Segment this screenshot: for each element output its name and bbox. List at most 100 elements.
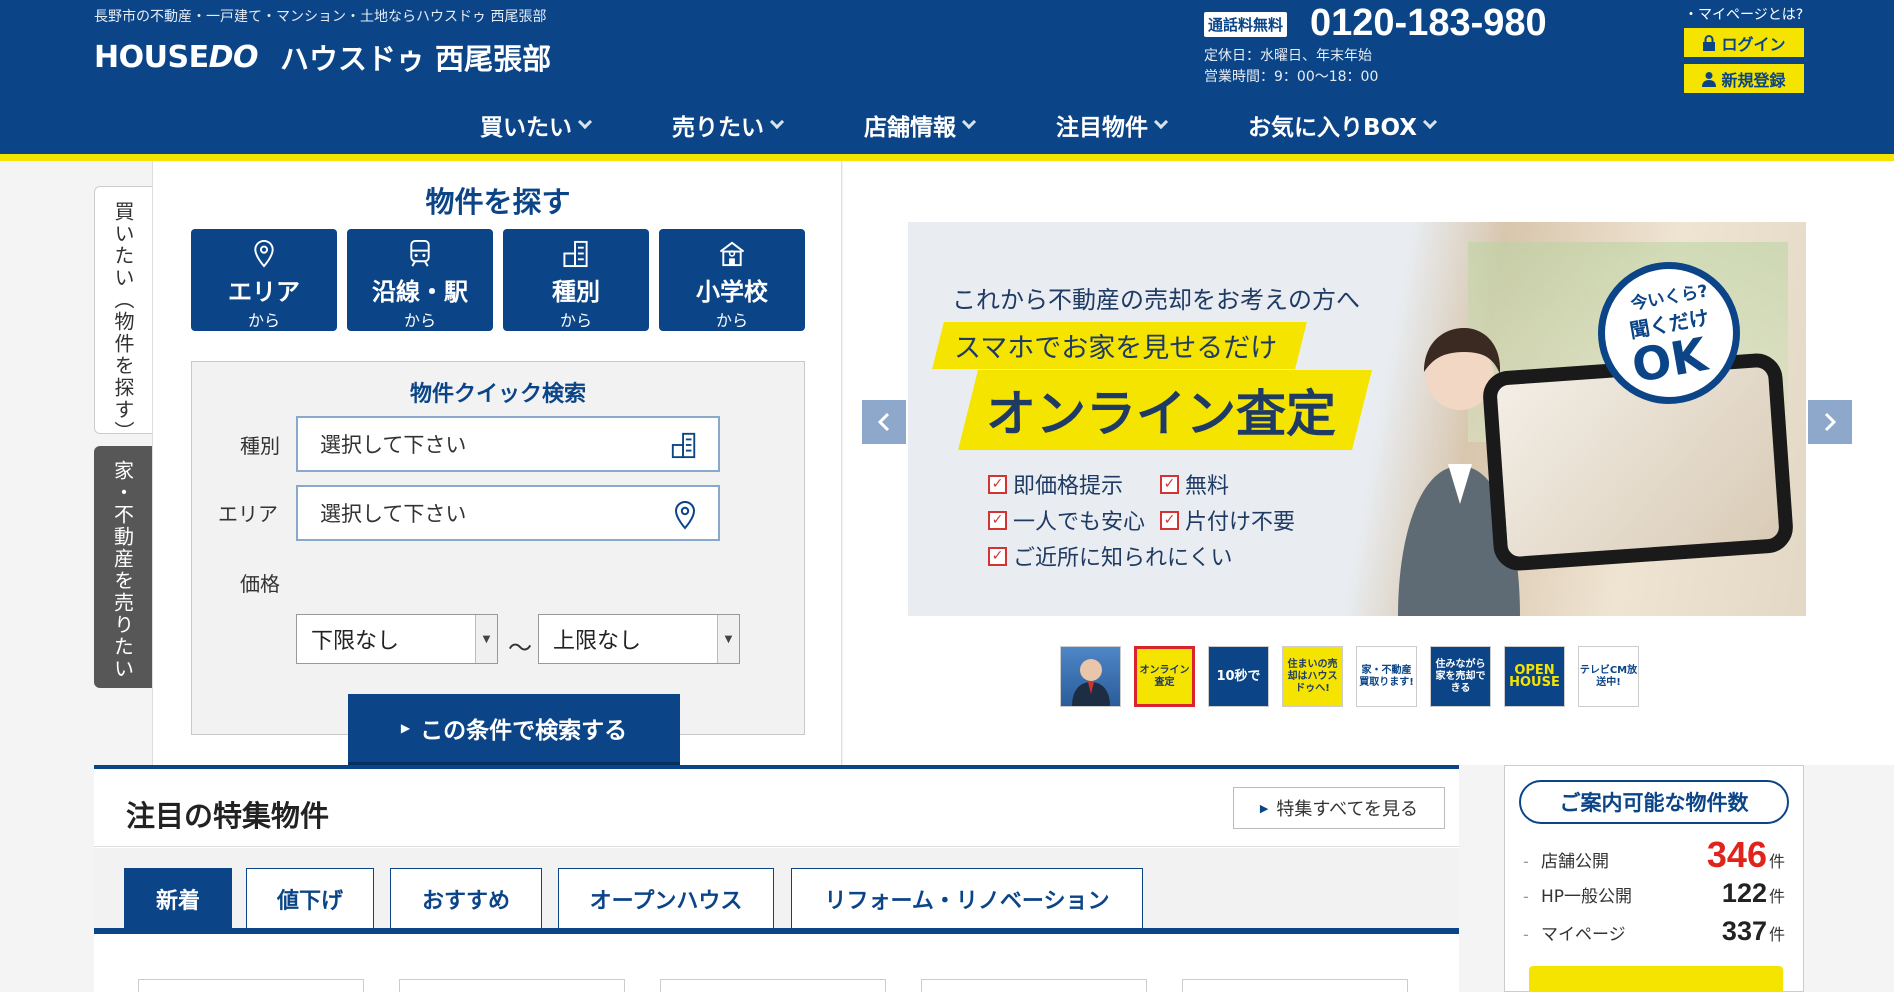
nav-buy[interactable]: 買いたい xyxy=(480,108,593,142)
banner-check-item: ✓ 無料 xyxy=(1160,468,1229,500)
tab-price-down[interactable]: 値下げ xyxy=(246,868,374,928)
nav-label: 売りたい xyxy=(672,115,764,141)
count-row-web: - HP一般公開 122 件 xyxy=(1523,878,1785,912)
header-accent-stripe xyxy=(0,154,1894,161)
property-card[interactable] xyxy=(138,979,364,992)
see-all-features-button[interactable]: ▶ 特集すべてを見る xyxy=(1233,787,1445,829)
map-pin-icon xyxy=(674,500,696,530)
nav-label: 買いたい xyxy=(480,115,572,141)
checkbox-icon: ✓ xyxy=(988,474,1007,494)
category-sub: から xyxy=(247,311,280,330)
tab-recommended[interactable]: おすすめ xyxy=(390,868,542,928)
thumbnail-label: 住まいの売却はハウスドゥへ! xyxy=(1287,658,1338,694)
quick-search-submit-button[interactable]: ▶ この条件で検索する xyxy=(348,694,680,762)
nav-favorites[interactable]: お気に入りBOX xyxy=(1248,108,1438,142)
side-tab-buy-label: 買いたい（物件を探す） xyxy=(111,201,135,443)
banner-headline: オンライン査定 xyxy=(958,370,1372,450)
login-button[interactable]: ログイン xyxy=(1684,28,1804,57)
register-button[interactable]: 新規登録 xyxy=(1684,64,1804,93)
bullet-dash: - xyxy=(1523,925,1529,944)
nav-label: 店舗情報 xyxy=(864,115,956,141)
thumbnail-online-appraisal[interactable]: オンライン査定 xyxy=(1134,646,1195,707)
search-by-area-button[interactable]: エリア から xyxy=(191,229,337,331)
caret-right-icon: ▶ xyxy=(400,721,411,735)
price-max-value: 上限なし xyxy=(553,629,642,654)
phone-number[interactable]: 0120-183-980 xyxy=(1310,2,1547,45)
register-label: 新規登録 xyxy=(1721,70,1786,90)
carousel-next-button[interactable] xyxy=(1808,400,1852,444)
count-row-mypage: - マイページ 337 件 xyxy=(1523,916,1785,950)
price-label: 価格 xyxy=(240,572,280,596)
side-tab-sell[interactable]: 家・不動産を売りたい xyxy=(94,446,152,688)
search-by-line-button[interactable]: 沿線・駅 から xyxy=(347,229,493,331)
property-card[interactable] xyxy=(399,979,625,992)
tab-new[interactable]: 新着 xyxy=(124,868,232,928)
nav-shop-info[interactable]: 店舗情報 xyxy=(864,108,977,142)
lock-icon xyxy=(1703,34,1716,51)
chevron-down-icon xyxy=(961,114,977,130)
thumbnail-10-seconds[interactable]: 10秒で xyxy=(1208,646,1269,707)
property-card[interactable] xyxy=(1182,979,1408,992)
hero-banner[interactable]: これから不動産の売却をお考えの方へ スマホでお家を見せるだけ オンライン査定 ✓… xyxy=(908,222,1806,616)
chevron-down-icon xyxy=(577,114,593,130)
banner-check-label: 片付け不要 xyxy=(1185,510,1296,535)
thumbnail-tv-cm[interactable]: テレビCM放送中! xyxy=(1578,646,1639,707)
checkbox-icon: ✓ xyxy=(988,546,1007,566)
checkbox-icon: ✓ xyxy=(988,510,1007,530)
school-icon xyxy=(719,241,745,267)
thumbnail-label: テレビCM放送中! xyxy=(1579,664,1638,688)
count-unit: 件 xyxy=(1768,852,1785,871)
thumbnail-buyback[interactable]: 家・不動産買取ります! xyxy=(1356,646,1417,707)
thumbnail-presenter[interactable] xyxy=(1060,646,1121,707)
member-signup-banner[interactable] xyxy=(1529,966,1783,992)
count-label: 店舗公開 xyxy=(1541,852,1609,872)
area-select[interactable]: 選択して下さい xyxy=(296,485,720,541)
price-max-select[interactable]: 上限なし ▼ xyxy=(538,614,740,664)
thumbnail-label: 10秒で xyxy=(1216,668,1261,684)
tab-open-house[interactable]: オープンハウス xyxy=(558,868,774,928)
price-min-value: 下限なし xyxy=(311,629,400,654)
chevron-right-icon xyxy=(1824,412,1837,432)
chevron-down-icon xyxy=(1153,114,1169,130)
mypage-about-link[interactable]: ・マイページとは? xyxy=(1684,4,1803,24)
type-label: 種別 xyxy=(240,434,280,458)
thumbnail-sell-house[interactable]: 住まいの売却はハウスドゥへ! xyxy=(1282,646,1343,707)
tab-reform[interactable]: リフォーム・リノベーション xyxy=(791,868,1143,928)
side-tab-buy[interactable]: 買いたい（物件を探す） xyxy=(94,186,152,443)
checkbox-icon: ✓ xyxy=(1160,474,1179,494)
carousel-prev-button[interactable] xyxy=(862,400,906,444)
banner-check-item: ✓ 一人でも安心 xyxy=(988,504,1145,536)
property-card[interactable] xyxy=(660,979,886,992)
banner-check-item: ✓ 片付け不要 xyxy=(1160,504,1295,536)
property-count-box: ご案内可能な物件数 - 店舗公開 346 件 - HP一般公開 122 件 - … xyxy=(1504,765,1804,992)
property-card[interactable] xyxy=(921,979,1147,992)
dropdown-arrow-icon: ▼ xyxy=(717,615,739,663)
price-min-select[interactable]: 下限なし ▼ xyxy=(296,614,498,664)
nav-sell[interactable]: 売りたい xyxy=(672,108,785,142)
price-separator: 〜 xyxy=(508,634,532,662)
bullet-dash: - xyxy=(1523,852,1529,871)
thumbnail-leaseback[interactable]: 住みながら家を売却できる xyxy=(1430,646,1491,707)
category-main: 沿線・駅 xyxy=(372,278,468,306)
type-select[interactable]: 選択して下さい xyxy=(296,416,720,472)
thumbnail-open-house[interactable]: OPEN HOUSE xyxy=(1504,646,1565,707)
logo-wordmark: HOUSEDO xyxy=(94,40,258,75)
nav-label: 注目物件 xyxy=(1056,115,1148,141)
map-pin-icon xyxy=(254,239,274,268)
nav-featured[interactable]: 注目物件 xyxy=(1056,108,1169,142)
banner-lead: これから不動産の売却をお考えの方へ xyxy=(952,286,1360,314)
site-logo[interactable]: HOUSEDO ハウスドゥ 西尾張部 xyxy=(94,36,551,78)
type-select-value: 選択して下さい xyxy=(320,433,467,457)
area-select-value: 選択して下さい xyxy=(320,502,467,526)
search-by-type-button[interactable]: 種別 から xyxy=(503,229,649,331)
banner-check-label: 無料 xyxy=(1185,474,1230,499)
building-icon xyxy=(671,432,696,459)
category-sub: から xyxy=(559,311,592,330)
chevron-down-icon xyxy=(1422,114,1438,130)
search-panel: 物件を探す エリア から 沿線・駅 から 種別 から 小学校 から 物件クイック… xyxy=(152,161,842,765)
search-by-school-button[interactable]: 小学校 から xyxy=(659,229,805,331)
business-hours: 定休日：水曜日、年末年始 営業時間：9：00〜18：00 xyxy=(1204,46,1378,88)
count-label: マイページ xyxy=(1541,925,1626,945)
area-label: エリア xyxy=(218,502,278,526)
featured-title: 注目の特集物件 xyxy=(126,799,330,833)
